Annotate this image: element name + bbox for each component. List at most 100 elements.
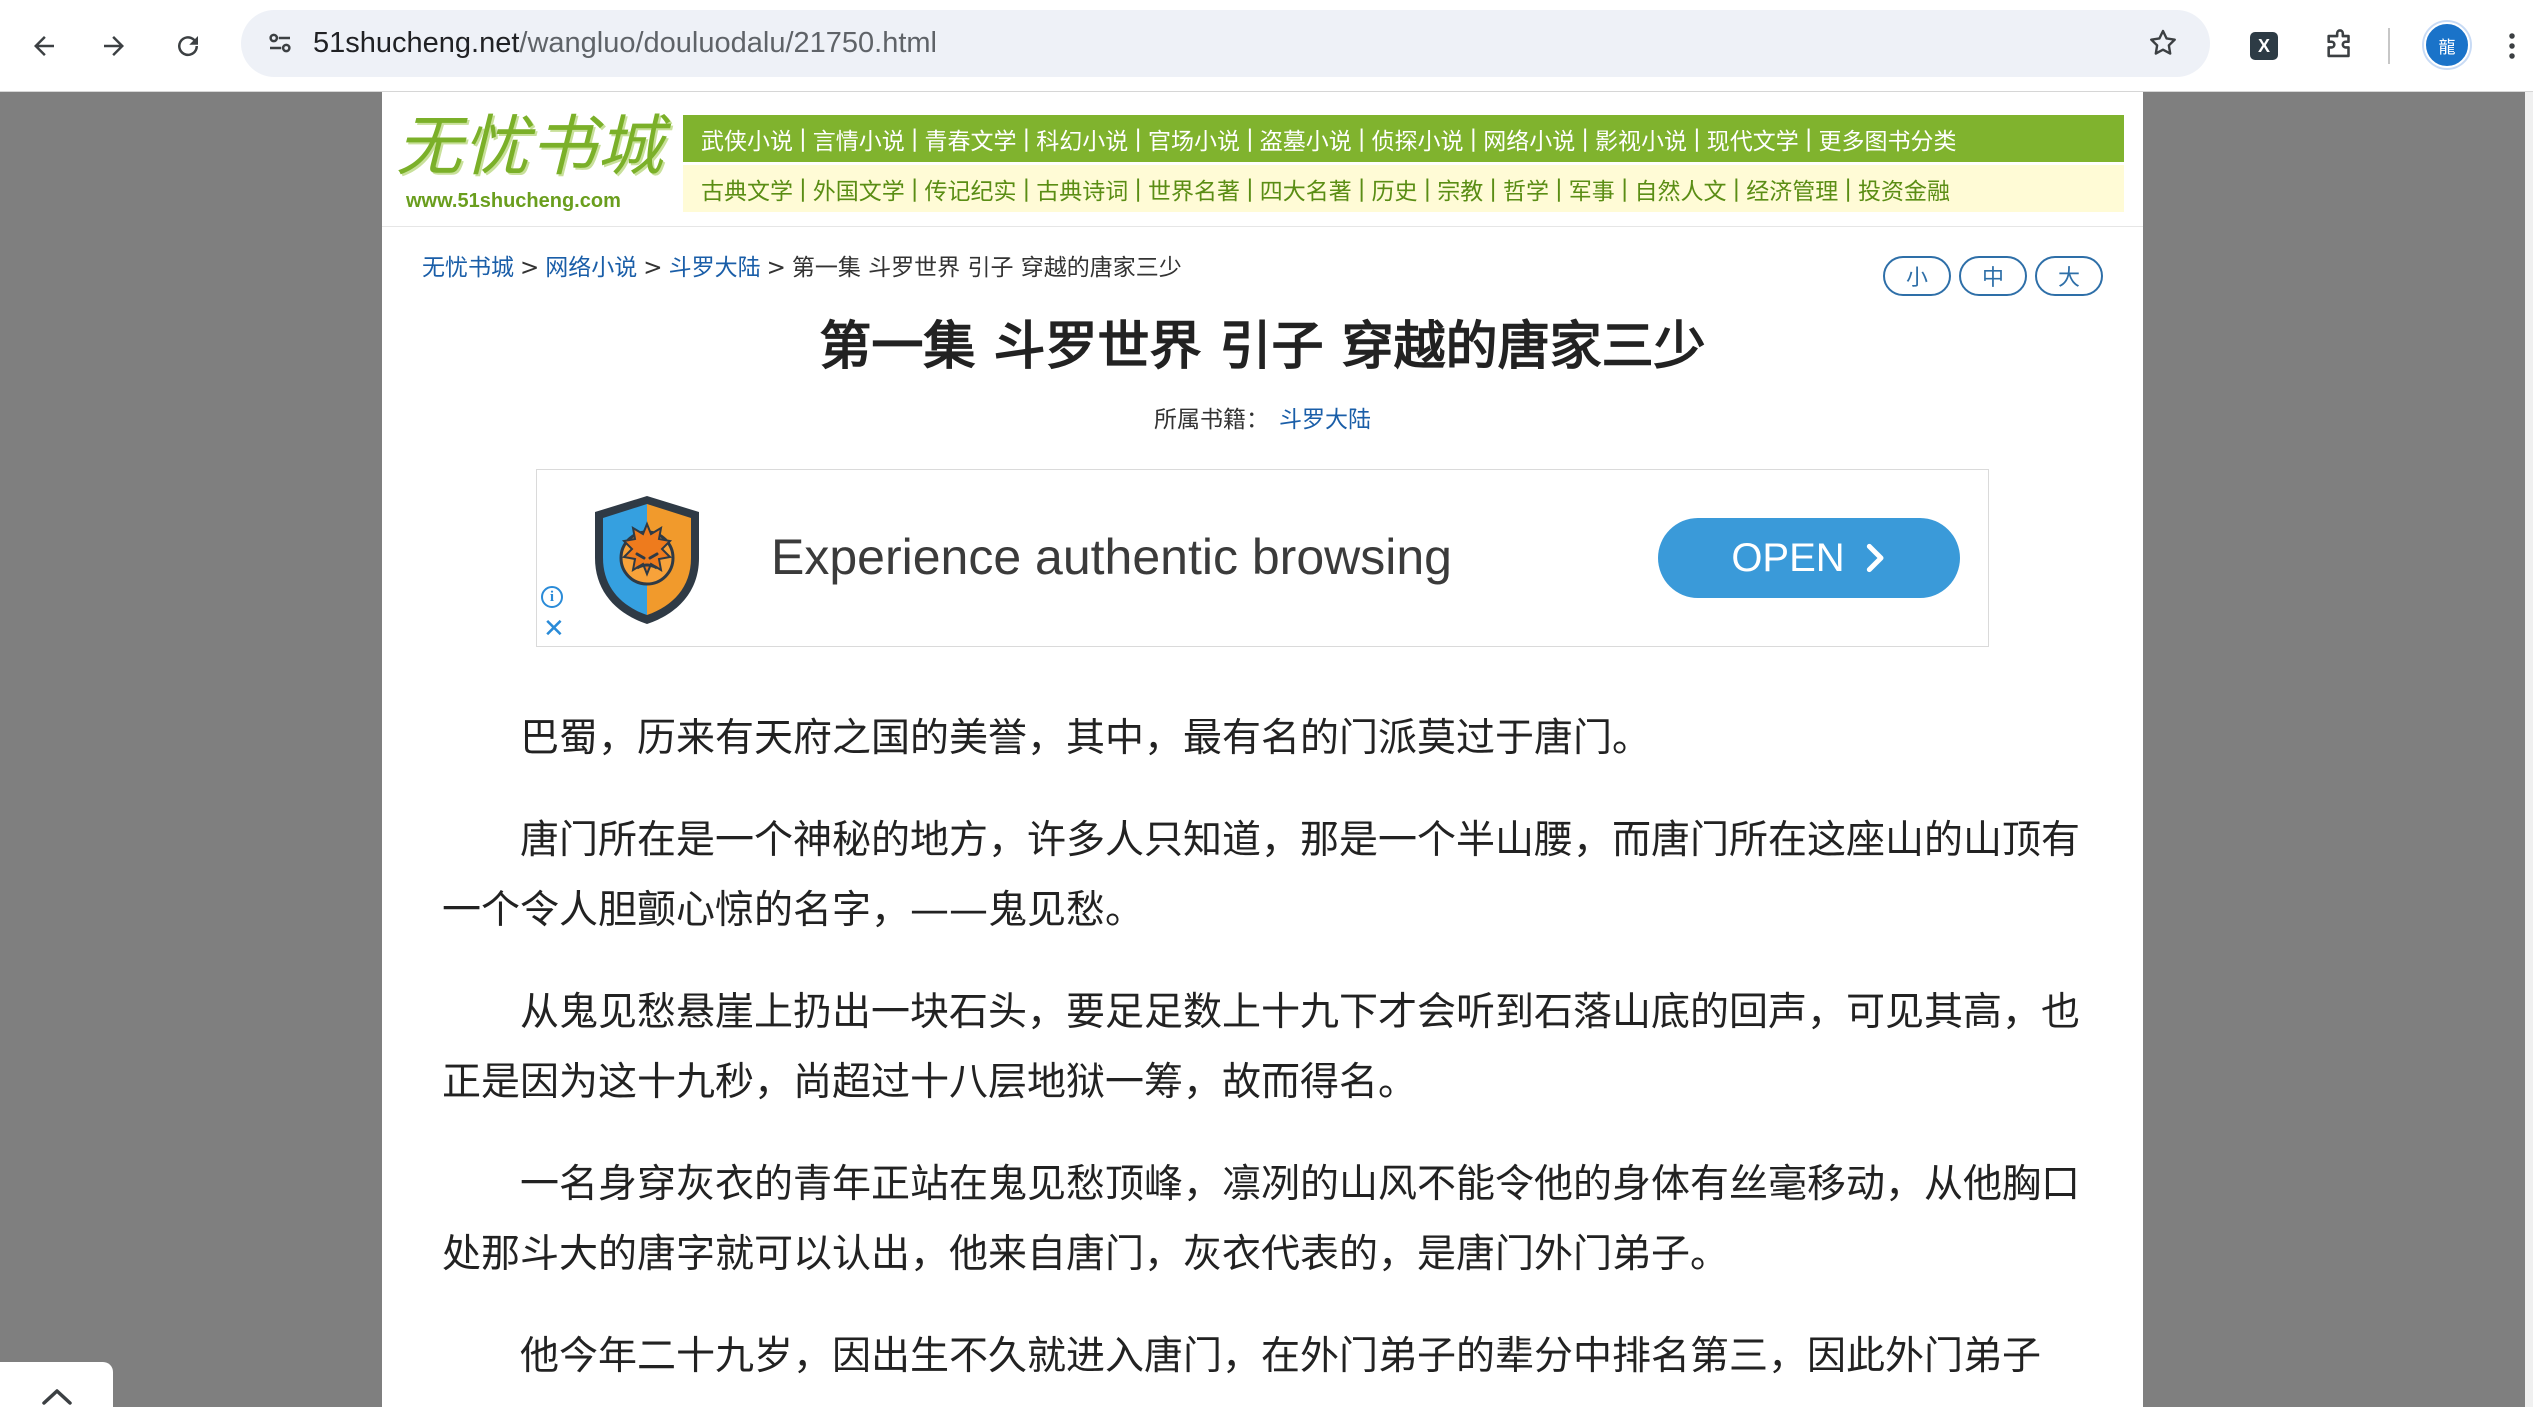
paragraph: 唐门所在是一个神秘的地方，许多人只知道，那是一个半山腰，而唐门所在这座山的山顶有… xyxy=(442,818,2081,933)
breadcrumb-home[interactable]: 无忧书城 xyxy=(422,255,514,281)
nav-separator: | xyxy=(1732,175,1741,202)
scroll-toggle-button[interactable] xyxy=(0,1362,113,1407)
chapter-title: 第一集 斗罗世界 引子 穿越的唐家三少 xyxy=(819,317,1706,377)
paragraph: 他今年二十九岁，因出生不久就进入唐门，在外门弟子的辈分中排名第三，因此外门弟子 xyxy=(520,1334,2042,1379)
reload-button[interactable] xyxy=(162,20,214,72)
category-link-secondary[interactable]: 军事 xyxy=(1569,172,1615,206)
page-content: 无忧书城 www.51shucheng.com 武侠小说 | 言情小说 | 青春文学 | 科… xyxy=(382,92,2143,1407)
nav-separator: | xyxy=(799,175,807,202)
arrow-right-icon xyxy=(104,36,124,56)
category-link-secondary[interactable]: 古典文学 xyxy=(701,172,793,206)
nav-separator: | xyxy=(1246,175,1254,202)
breadcrumb-separator: > xyxy=(766,255,786,281)
nav-separator: | xyxy=(1134,175,1142,202)
nav-separator: | xyxy=(1357,125,1366,152)
font-size-large-button[interactable]: 大 xyxy=(2035,256,2103,296)
nav-separator: | xyxy=(1357,175,1366,202)
font-size-controls: 小 中 大 xyxy=(1883,256,2103,296)
book-label: 所属书籍： xyxy=(1154,407,1269,433)
site-logo[interactable]: 无忧书城 xyxy=(396,114,664,180)
category-link-secondary[interactable]: 世界名著 xyxy=(1148,172,1240,206)
nav-separator: | xyxy=(1134,125,1142,152)
nav-separator: | xyxy=(1469,125,1478,152)
font-size-medium-button[interactable]: 中 xyxy=(1959,256,2027,296)
book-info: 所属书籍： 斗罗大陆 xyxy=(382,400,2143,434)
reload-icon xyxy=(178,36,199,57)
bookmark-button[interactable] xyxy=(2138,18,2188,68)
star-icon xyxy=(2150,29,2176,55)
site-logo-url: www.51shucheng.com xyxy=(406,190,621,212)
breadcrumb-category[interactable]: 网络小说 xyxy=(545,255,637,281)
category-link-secondary[interactable]: 古典诗词 xyxy=(1036,172,1128,206)
ad-text: Experience authentic browsing xyxy=(771,529,1452,585)
more-vert-icon xyxy=(2509,33,2515,59)
category-link-primary[interactable]: 现代文学 xyxy=(1707,122,1799,156)
breadcrumb-current: 第一集 斗罗世界 引子 穿越的唐家三少 xyxy=(791,255,1182,281)
category-nav-secondary: 古典文学 | 外国文学 | 传记纪实 | 古典诗词 | 世界名著 | 四大名著 | 历史 | 宗教 | 哲学 | 军… xyxy=(683,165,2124,212)
category-link-primary[interactable]: 盗墓小说 xyxy=(1260,122,1352,156)
nav-separator: | xyxy=(1620,175,1629,202)
breadcrumb: 无忧书城 > 网络小说 > 斗罗大陆 > 第一集 斗罗世界 引子 穿越的唐家三少 xyxy=(422,248,1182,282)
category-link-secondary[interactable]: 自然人文 xyxy=(1635,172,1727,206)
nav-separator: | xyxy=(799,125,807,152)
category-nav-primary: 武侠小说 | 言情小说 | 青春文学 | 科幻小说 | 官场小说 | 盗墓小说 | 侦探小说 | 网络小说 |… xyxy=(683,115,2124,162)
category-link-secondary[interactable]: 投资金融 xyxy=(1858,172,1950,206)
category-link-secondary[interactable]: 经济管理 xyxy=(1746,172,1838,206)
category-link-secondary[interactable]: 宗教 xyxy=(1437,172,1483,206)
ad-info-icon[interactable]: i xyxy=(541,586,563,608)
category-link-primary[interactable]: 科幻小说 xyxy=(1036,122,1128,156)
book-link[interactable]: 斗罗大陆 xyxy=(1269,407,1371,433)
nav-separator: | xyxy=(1804,125,1813,152)
site-info-button[interactable] xyxy=(257,20,303,66)
category-link-secondary[interactable]: 传记纪实 xyxy=(925,172,1017,206)
ad-close-icon[interactable]: ✕ xyxy=(543,616,565,642)
nav-separator: | xyxy=(1246,125,1254,152)
address-bar[interactable]: 51shucheng.net/wangluo/douluodalu/21750.… xyxy=(241,10,2210,77)
category-link-secondary[interactable]: 四大名著 xyxy=(1260,172,1352,206)
category-link-primary[interactable]: 言情小说 xyxy=(813,122,905,156)
ad-banner[interactable]: Experience authentic browsing OPEN i ✕ xyxy=(536,469,1989,647)
nav-separator: | xyxy=(1423,175,1432,202)
nav-separator: | xyxy=(1489,175,1497,202)
ad-open-label: OPEN xyxy=(1731,535,1845,580)
nav-separator: | xyxy=(1555,175,1563,202)
paragraph: 巴蜀，历来有天府之国的美誉，其中，最有名的门派莫过于唐门。 xyxy=(520,716,1652,761)
font-size-small-button[interactable]: 小 xyxy=(1883,256,1951,296)
back-button[interactable] xyxy=(18,20,70,72)
nav-separator: | xyxy=(1844,175,1852,202)
x-extension-icon: X xyxy=(2250,32,2278,60)
breadcrumb-separator: > xyxy=(643,255,663,281)
category-link-primary[interactable]: 官场小说 xyxy=(1148,122,1240,156)
extension-x-button[interactable]: X xyxy=(2240,22,2288,70)
browser-menu-button[interactable] xyxy=(2500,22,2524,70)
site-header: 无忧书城 www.51shucheng.com 武侠小说 | 言情小说 | 青春文学 | 科… xyxy=(382,92,2143,227)
category-link-secondary[interactable]: 哲学 xyxy=(1503,172,1549,206)
profile-avatar[interactable]: 龍 xyxy=(2424,22,2470,68)
url-path: /wangluo/douluodalu/21750.html xyxy=(519,27,938,59)
nav-separator: | xyxy=(1022,125,1031,152)
category-link-primary[interactable]: 青春文学 xyxy=(925,122,1017,156)
category-link-primary[interactable]: 网络小说 xyxy=(1483,122,1575,156)
category-link-primary[interactable]: 侦探小说 xyxy=(1372,122,1464,156)
arrow-left-icon xyxy=(34,36,54,56)
category-link-secondary[interactable]: 外国文学 xyxy=(813,172,905,206)
breadcrumb-book[interactable]: 斗罗大陆 xyxy=(669,255,761,281)
url-host: 51shucheng.net xyxy=(313,27,520,59)
category-link-secondary[interactable]: 历史 xyxy=(1372,172,1418,206)
paragraph: 从鬼见愁悬崖上扔出一块石头，要足足数上十九下才会听到石落山底的回声，可见其高，也… xyxy=(442,990,2081,1105)
page-scrollbar[interactable] xyxy=(2525,92,2533,1407)
shield-icon xyxy=(595,496,699,624)
nav-separator: | xyxy=(1581,125,1589,152)
extensions-button[interactable] xyxy=(2316,22,2364,70)
chevron-right-icon xyxy=(1866,543,1884,573)
nav-separator: | xyxy=(1022,175,1031,202)
breadcrumb-separator: > xyxy=(520,255,540,281)
tune-icon xyxy=(269,33,291,53)
forward-button[interactable] xyxy=(88,20,140,72)
ad-open-button[interactable]: OPEN xyxy=(1658,518,1960,598)
url-text[interactable]: 51shucheng.net/wangluo/douluodalu/21750.… xyxy=(313,10,937,77)
category-link-primary[interactable]: 更多图书分类 xyxy=(1819,122,1957,156)
category-link-primary[interactable]: 影视小说 xyxy=(1595,122,1687,156)
category-link-primary[interactable]: 武侠小说 xyxy=(701,122,793,156)
nav-separator: | xyxy=(910,125,919,152)
